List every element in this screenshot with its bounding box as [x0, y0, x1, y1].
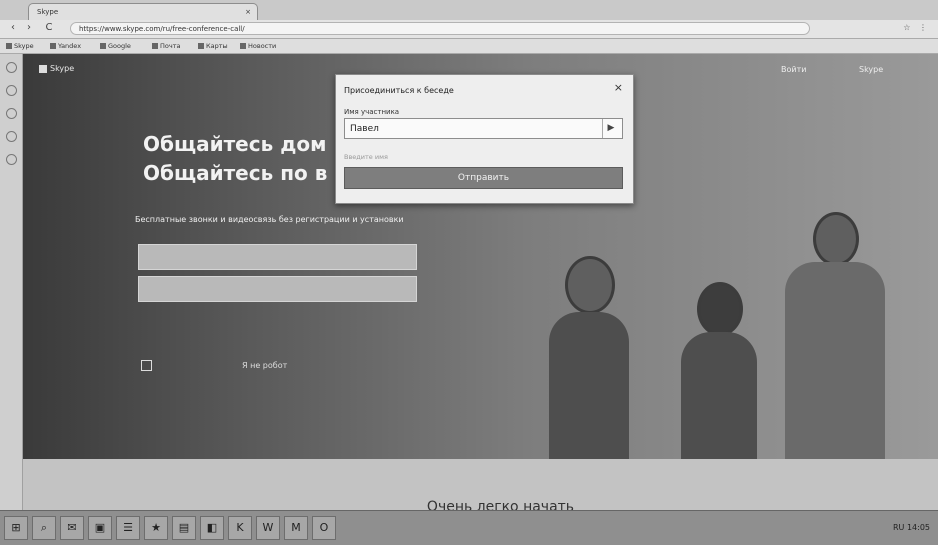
name-input[interactable]	[344, 118, 623, 139]
side-icon-strip	[0, 54, 23, 510]
bookmark-icon	[50, 43, 56, 49]
person-figure	[673, 204, 783, 459]
logo-icon	[39, 64, 47, 73]
bookmarks-bar: Skype Yandex Google Почта Карты Новости	[0, 39, 938, 54]
captcha-checkbox[interactable]	[141, 360, 152, 371]
signup-field[interactable]	[138, 244, 417, 270]
input-hint: Введите имя	[344, 153, 388, 161]
taskbar-app-button[interactable]: M	[284, 516, 308, 540]
os-taskbar: ⊞ ⌕ ✉ ▣ ☰ ★ ▤ ◧ K W M O RU 14:05	[0, 510, 938, 545]
tab-close-icon[interactable]: ×	[245, 4, 251, 20]
toolbar-icons[interactable]: ☆ ⋮	[903, 23, 930, 32]
bookmark-item[interactable]: Yandex	[50, 40, 81, 52]
reload-icon[interactable]: C	[42, 22, 56, 33]
taskbar-app-button[interactable]: ◧	[200, 516, 224, 540]
circle-icon[interactable]	[5, 62, 17, 73]
captcha-label: Я не робот	[242, 361, 288, 370]
hero-subtitle: Бесплатные звонки и видеосвязь без регис…	[135, 215, 404, 224]
bookmark-item[interactable]: Почта	[152, 40, 180, 52]
taskbar-app-button[interactable]: ▣	[88, 516, 112, 540]
taskbar-app-button[interactable]: K	[228, 516, 252, 540]
close-icon[interactable]: ×	[614, 81, 623, 94]
tab-title: Skype	[37, 8, 59, 16]
taskbar-app-button[interactable]: ✉	[60, 516, 84, 540]
bookmark-icon	[100, 43, 106, 49]
system-tray[interactable]: RU 14:05	[893, 523, 930, 532]
name-field-label: Имя участника	[344, 108, 400, 116]
submit-button[interactable]: Отправить	[344, 167, 623, 189]
bookmark-icon	[240, 43, 246, 49]
hero-title: Общайтесь дом Общайтесь по в	[143, 132, 328, 185]
circle-icon[interactable]	[5, 154, 17, 165]
join-conversation-dialog: Присоединиться к беседе × Имя участника …	[335, 74, 634, 204]
browser-tab[interactable]: Skype ×	[28, 3, 258, 20]
header-link[interactable]: Войти	[781, 65, 806, 74]
input-action-icon[interactable]: ▶	[602, 119, 619, 138]
header-link[interactable]: Skype	[859, 65, 883, 74]
bookmark-item[interactable]: Skype	[6, 40, 34, 52]
signup-field[interactable]	[138, 276, 417, 302]
site-logo[interactable]: Skype	[39, 64, 74, 73]
person-figure	[543, 204, 653, 459]
dialog-title: Присоединиться к беседе	[344, 86, 454, 95]
taskbar-app-button[interactable]: ★	[144, 516, 168, 540]
browser-toolbar: ‹ › C https://www.skype.com/ru/free-conf…	[0, 20, 938, 39]
taskbar-app-button[interactable]: W	[256, 516, 280, 540]
back-icon[interactable]: ‹	[6, 22, 20, 33]
forward-icon[interactable]: ›	[22, 22, 36, 33]
circle-icon[interactable]	[5, 85, 17, 96]
bookmark-item[interactable]: Карты	[198, 40, 228, 52]
bookmark-icon	[198, 43, 204, 49]
start-button[interactable]: ⊞	[4, 516, 28, 540]
browser-tabstrip: Skype ×	[0, 0, 938, 21]
circle-icon[interactable]	[5, 108, 17, 119]
bookmark-item[interactable]: Google	[100, 40, 131, 52]
bookmark-item[interactable]: Новости	[240, 40, 276, 52]
circle-icon[interactable]	[5, 131, 17, 142]
person-figure	[779, 204, 919, 459]
bookmark-icon	[152, 43, 158, 49]
address-bar[interactable]: https://www.skype.com/ru/free-conference…	[70, 22, 810, 35]
captcha-row: Я не робот	[141, 360, 287, 371]
taskbar-app-button[interactable]: ☰	[116, 516, 140, 540]
bookmark-icon	[6, 43, 12, 49]
taskbar-app-button[interactable]: ▤	[172, 516, 196, 540]
get-started-section: Очень легко начать	[23, 459, 938, 515]
taskbar-app-button[interactable]: ⌕	[32, 516, 56, 540]
taskbar-app-button[interactable]: O	[312, 516, 336, 540]
